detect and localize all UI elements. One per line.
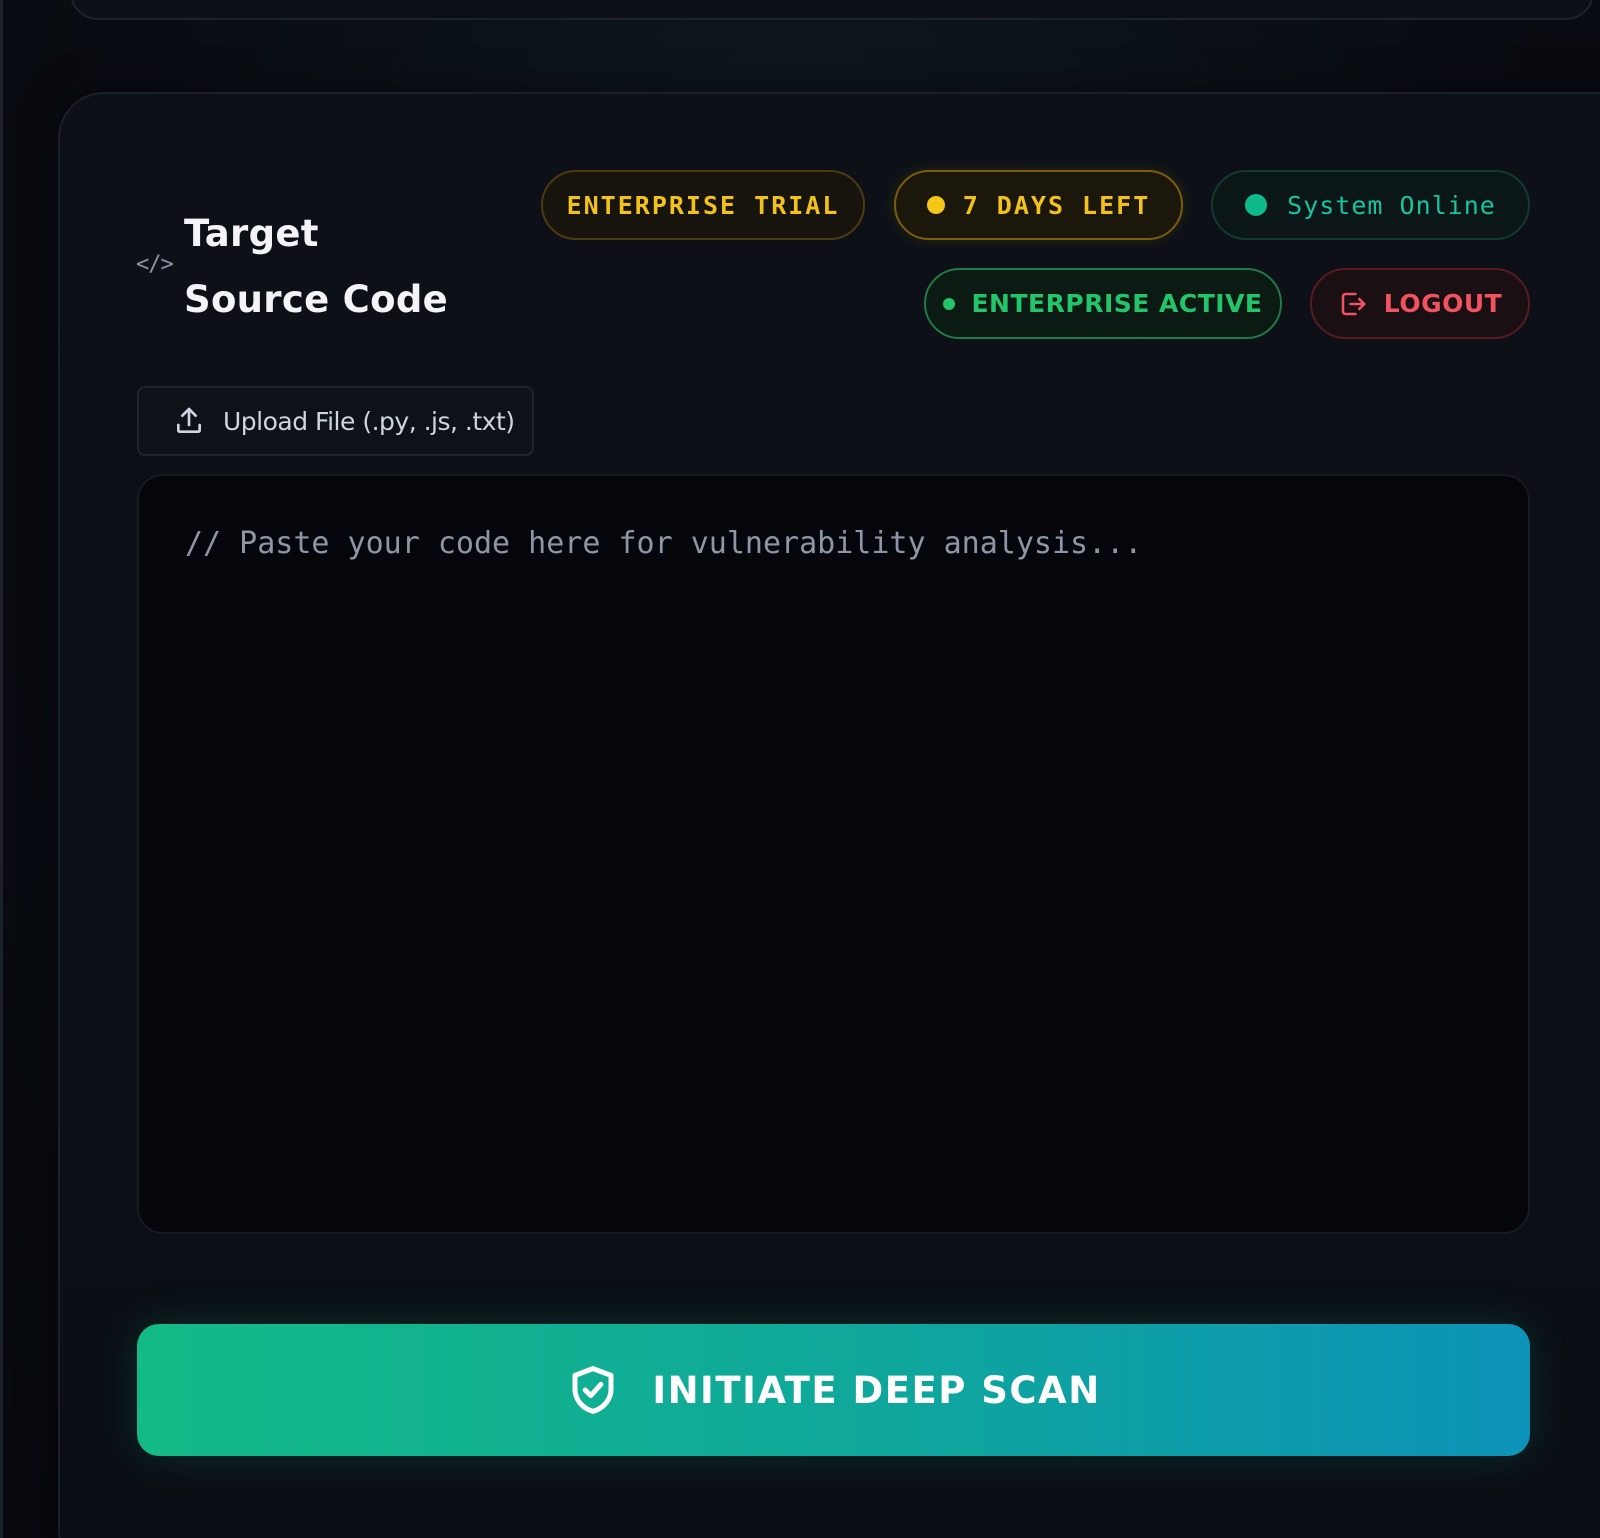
code-input[interactable]	[137, 474, 1530, 1234]
enterprise-trial-label: ENTERPRISE TRIAL	[566, 190, 840, 220]
days-left-dot-icon	[926, 196, 945, 214]
upload-file-button[interactable]: Upload File (.py, .js, .txt)	[137, 386, 534, 456]
logout-icon	[1341, 292, 1366, 315]
enterprise-active-badge: ENTERPRISE ACTIVE	[924, 268, 1282, 339]
days-left-badge: 7 DAYS LEFT	[894, 170, 1183, 240]
enterprise-trial-badge: ENTERPRISE TRIAL	[541, 170, 865, 240]
system-status-badge: System Online	[1211, 170, 1530, 240]
logout-button[interactable]: LOGOUT	[1310, 268, 1530, 339]
logout-label: LOGOUT	[1383, 289, 1503, 318]
upload-icon	[177, 407, 201, 433]
initiate-deep-scan-label: INITIATE DEEP SCAN	[652, 1368, 1101, 1412]
days-left-label: 7 DAYS LEFT	[962, 190, 1151, 220]
left-border	[0, 0, 3, 1538]
status-dot-icon	[1245, 194, 1268, 216]
active-dot-icon	[943, 297, 956, 310]
enterprise-active-label: ENTERPRISE ACTIVE	[971, 289, 1263, 318]
upload-file-label: Upload File (.py, .js, .txt)	[223, 406, 515, 436]
initiate-deep-scan-button[interactable]: INITIATE DEEP SCAN	[137, 1324, 1530, 1456]
page: </> Target Source Code ENTERPRISE TRIAL …	[0, 0, 1600, 1538]
previous-panel	[70, 0, 1594, 20]
panel-title-line1: Target	[184, 212, 319, 255]
panel-title-line2: Source Code	[184, 278, 449, 321]
shield-check-icon	[572, 1366, 614, 1414]
system-status-label: System Online	[1287, 190, 1496, 220]
code-icon: </>	[136, 252, 174, 277]
